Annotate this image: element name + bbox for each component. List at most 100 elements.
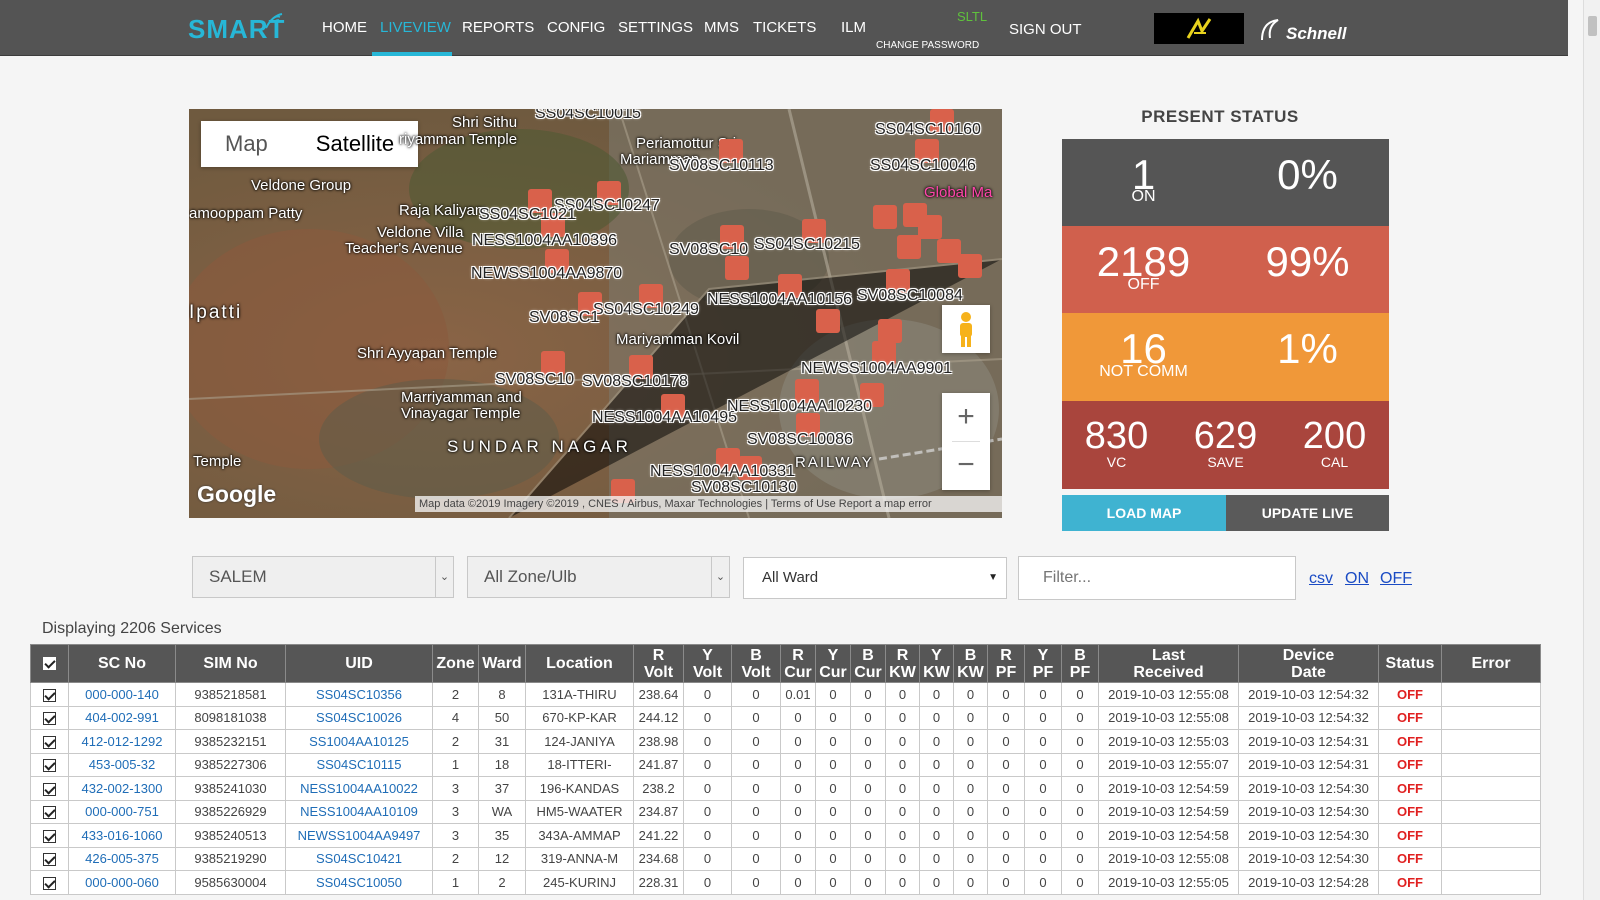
map-type-toggle: Map Satellite: [201, 121, 419, 167]
map-marker[interactable]: [918, 215, 942, 239]
satellite-map[interactable]: Map Satellite Shri Sithu riyamman Temple…: [189, 109, 1002, 518]
row-checkbox[interactable]: [30, 823, 69, 848]
checkbox-icon[interactable]: [43, 876, 56, 890]
uid-cell[interactable]: SS04SC10421: [285, 846, 433, 871]
sc-no-cell[interactable]: 404-002-991: [68, 705, 176, 730]
map-type-map-button[interactable]: Map: [201, 121, 292, 167]
checkbox-icon[interactable]: [43, 712, 56, 726]
status-cell: OFF: [1378, 870, 1442, 895]
update-live-button[interactable]: UPDATE LIVE: [1226, 495, 1389, 531]
on-filter-link[interactable]: ON: [1345, 570, 1369, 588]
status-cell: OFF: [1378, 729, 1442, 754]
row-checkbox[interactable]: [30, 799, 69, 824]
zoom-in-button[interactable]: +: [942, 393, 990, 441]
nav-reports[interactable]: REPORTS: [462, 19, 534, 36]
nav-ilm[interactable]: ILM: [841, 19, 866, 36]
zoom-out-button[interactable]: −: [942, 441, 990, 489]
sc-no-cell[interactable]: 432-002-1300: [68, 776, 176, 801]
column-header: R PF: [987, 644, 1025, 683]
checkbox-icon[interactable]: [43, 657, 56, 671]
map-marker[interactable]: [878, 319, 902, 343]
uid-cell[interactable]: SS04SC10356: [285, 682, 433, 707]
checkbox-icon[interactable]: [43, 735, 56, 749]
map-marker[interactable]: [873, 205, 897, 229]
sc-no-cell[interactable]: 000-000-060: [68, 870, 176, 895]
nav-settings[interactable]: SETTINGS: [618, 19, 693, 36]
row-checkbox[interactable]: [30, 729, 69, 754]
b-pf-cell: 0: [1061, 823, 1099, 848]
checkbox-icon[interactable]: [43, 688, 56, 702]
scrollbar-thumb[interactable]: [1588, 16, 1597, 36]
uid-cell[interactable]: NESS1004AA10022: [285, 776, 433, 801]
checkbox-icon[interactable]: [43, 806, 56, 820]
change-password-link[interactable]: CHANGE PASSWORD: [876, 40, 979, 51]
checkbox-icon[interactable]: [43, 759, 56, 773]
table-row[interactable]: 000-000-060 9585630004 SS04SC10050 1 2 245-KU…: [30, 870, 1541, 895]
table-row[interactable]: 000-000-751 9385226929 NESS1004AA10109 3 WA H…: [30, 799, 1541, 824]
chevron-down-icon: ⌄: [435, 557, 453, 597]
ward-select[interactable]: All Ward ▼: [743, 557, 1007, 599]
sc-no-cell[interactable]: 000-000-751: [68, 799, 176, 824]
checkbox-icon[interactable]: [43, 782, 56, 796]
sign-out-link[interactable]: SIGN OUT: [1009, 21, 1082, 38]
uid-cell[interactable]: NESS1004AA10109: [285, 799, 433, 824]
y-pf-cell: 0: [1024, 729, 1062, 754]
nav-home[interactable]: HOME: [322, 19, 367, 36]
y-kw-cell: 0: [919, 776, 954, 801]
table-row[interactable]: 404-002-991 8098181038 SS04SC10026 4 50 670-K…: [30, 705, 1541, 730]
row-checkbox[interactable]: [30, 870, 69, 895]
uid-cell[interactable]: SS04SC10050: [285, 870, 433, 895]
sc-no-cell[interactable]: 453-005-32: [68, 752, 176, 777]
table-row[interactable]: 426-005-375 9385219290 SS04SC10421 2 12 319-A…: [30, 846, 1541, 871]
y-pf-cell: 0: [1024, 823, 1062, 848]
zone-select[interactable]: All Zone/Ulb ⌄: [467, 556, 730, 598]
off-filter-link[interactable]: OFF: [1380, 570, 1412, 588]
sc-no-cell[interactable]: 412-012-1292: [68, 729, 176, 754]
map-marker[interactable]: [816, 309, 840, 333]
row-checkbox[interactable]: [30, 776, 69, 801]
checkbox-icon[interactable]: [43, 829, 56, 843]
uid-cell[interactable]: NEWSS1004AA9497: [285, 823, 433, 848]
uid-cell[interactable]: SS04SC10115: [285, 752, 433, 777]
y-volt-cell: 0: [683, 799, 732, 824]
table-row[interactable]: 432-002-1300 9385241030 NESS1004AA10022 3 37…: [30, 776, 1541, 801]
column-header: R Cur: [780, 644, 816, 683]
uid-cell[interactable]: SS1004AA10125: [285, 729, 433, 754]
map-marker[interactable]: [958, 254, 982, 278]
table-row[interactable]: 000-000-140 9385218581 SS04SC10356 2 8 131A-T…: [30, 682, 1541, 707]
table-row[interactable]: 453-005-32 9385227306 SS04SC10115 1 18 18-ITT…: [30, 752, 1541, 777]
error-cell: [1441, 823, 1541, 848]
nav-tickets[interactable]: TICKETS: [753, 19, 816, 36]
map-marker[interactable]: [725, 256, 749, 280]
table-row[interactable]: 412-012-1292 9385232151 SS1004AA10125 2 31 12…: [30, 729, 1541, 754]
select-all-checkbox[interactable]: [30, 644, 69, 683]
table-header-row: SC No SIM No UID Zone Ward Location R Volt Y Volt…: [30, 644, 1541, 683]
map-attribution[interactable]: Map data ©2019 Imagery ©2019 , CNES / Ai…: [415, 496, 1002, 512]
district-select[interactable]: SALEM ⌄: [192, 556, 454, 598]
row-checkbox[interactable]: [30, 846, 69, 871]
column-header: Device Date: [1238, 644, 1379, 683]
checkbox-icon[interactable]: [43, 853, 56, 867]
error-cell: [1441, 752, 1541, 777]
sc-no-cell[interactable]: 000-000-140: [68, 682, 176, 707]
table-row[interactable]: 433-016-1060 9385240513 NEWSS1004AA9497 3 35…: [30, 823, 1541, 848]
r-kw-cell: 0: [885, 729, 920, 754]
sc-no-cell[interactable]: 426-005-375: [68, 846, 176, 871]
filter-input[interactable]: [1018, 556, 1296, 600]
row-checkbox[interactable]: [30, 752, 69, 777]
nav-config[interactable]: CONFIG: [547, 19, 605, 36]
column-header: UID: [285, 644, 433, 683]
y-cur-cell: 0: [815, 823, 851, 848]
row-checkbox[interactable]: [30, 705, 69, 730]
nav-mms[interactable]: MMS: [704, 19, 739, 36]
map-marker[interactable]: [897, 235, 921, 259]
row-checkbox[interactable]: [30, 682, 69, 707]
nav-liveview[interactable]: LIVEVIEW: [380, 19, 451, 36]
device-date-cell: 2019-10-03 12:54:31: [1238, 729, 1379, 754]
page-scrollbar[interactable]: [1583, 0, 1600, 900]
load-map-button[interactable]: LOAD MAP: [1062, 495, 1226, 531]
csv-link[interactable]: csv: [1309, 570, 1333, 588]
sc-no-cell[interactable]: 433-016-1060: [68, 823, 176, 848]
street-view-pegman[interactable]: [942, 305, 990, 353]
uid-cell[interactable]: SS04SC10026: [285, 705, 433, 730]
